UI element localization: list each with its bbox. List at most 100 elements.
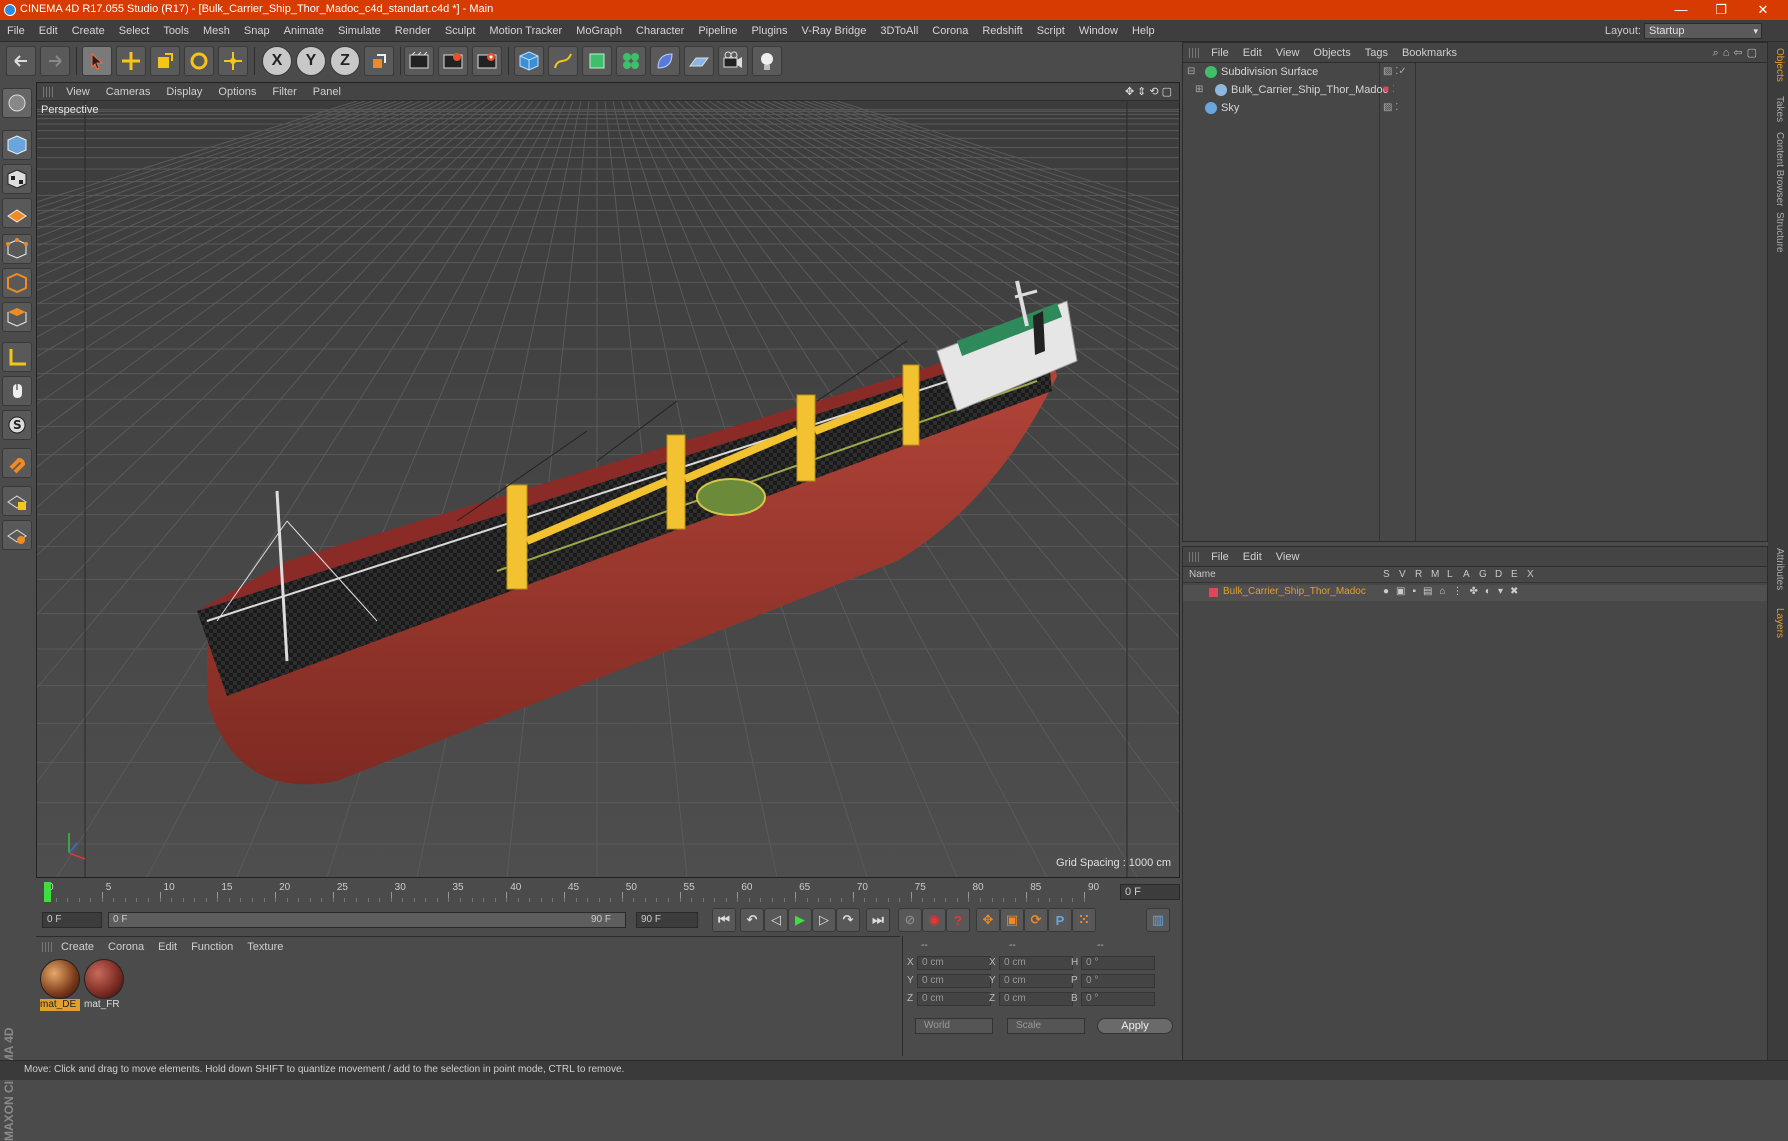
menu-simulate[interactable]: Simulate	[331, 20, 388, 42]
subdivision-surface-icon[interactable]	[582, 46, 612, 76]
menu-select[interactable]: Select	[112, 20, 157, 42]
coord-value-field[interactable]: 0 cm	[917, 956, 991, 970]
side-tab-structure[interactable]: Structure	[1771, 212, 1785, 253]
workplane-lock-icon[interactable]	[2, 486, 32, 516]
scale-mode-dropdown[interactable]: Scale	[1007, 1018, 1085, 1034]
layer-menu-file[interactable]: File	[1204, 547, 1236, 567]
camera-icon[interactable]	[718, 46, 748, 76]
layer-name[interactable]: Bulk_Carrier_Ship_Thor_Madoc	[1223, 586, 1366, 597]
side-tab-objects[interactable]: Objects	[1771, 48, 1785, 82]
menu-edit[interactable]: Edit	[32, 20, 65, 42]
menu-redshift[interactable]: Redshift	[975, 20, 1029, 42]
coord-value-field[interactable]: 0 cm	[999, 992, 1073, 1006]
expand-icon[interactable]: ⊟	[1187, 63, 1195, 81]
object-menu-file[interactable]: File	[1204, 43, 1236, 63]
edges-mode-icon[interactable]	[2, 268, 32, 298]
coord-value-field[interactable]: 0 cm	[917, 974, 991, 988]
redo-button[interactable]	[40, 46, 70, 76]
layer-menu-edit[interactable]: Edit	[1236, 547, 1269, 567]
object-row[interactable]: ⊞ Bulk_Carrier_Ship_Thor_Madoc ■ ⁚	[1183, 81, 1767, 99]
select-arrow-icon[interactable]	[82, 46, 112, 76]
apply-button[interactable]: Apply	[1097, 1018, 1173, 1034]
menu-script[interactable]: Script	[1030, 20, 1072, 42]
coordinate-space-dropdown[interactable]: World	[915, 1018, 993, 1034]
make-editable-icon[interactable]	[2, 88, 32, 118]
layer-toggle-icons[interactable]: ●▣▪▤⌂⋮✤◐▾✖	[1383, 586, 1525, 597]
coord-value-field[interactable]: 0 cm	[999, 956, 1073, 970]
keyframe-selection-icon[interactable]: ?	[946, 908, 970, 932]
deformer-icon[interactable]	[650, 46, 680, 76]
viewport[interactable]: View Cameras Display Options Filter Panel ✥⇕⟲…	[36, 82, 1180, 878]
play-icon[interactable]: ▶	[788, 908, 812, 932]
previous-frame-icon[interactable]: ◁	[764, 908, 788, 932]
render-to-picture-viewer-icon[interactable]	[438, 46, 468, 76]
viewport-menu-panel[interactable]: Panel	[305, 83, 349, 101]
menu-3dtoall[interactable]: 3DToAll	[873, 20, 925, 42]
next-frame-icon[interactable]: ▷	[812, 908, 836, 932]
key-point-level-icon[interactable]: ⁙	[1072, 908, 1096, 932]
playhead[interactable]	[44, 882, 51, 902]
record-keys-icon[interactable]: ⊘	[898, 908, 922, 932]
key-position-icon[interactable]: ✥	[976, 908, 1000, 932]
menu-window[interactable]: Window	[1072, 20, 1125, 42]
menu-motion-tracker[interactable]: Motion Tracker	[482, 20, 569, 42]
object-tag-icons[interactable]: ■ ⁚	[1383, 81, 1395, 99]
layout-dropdown[interactable]: Startup	[1644, 23, 1762, 40]
menu-plugins[interactable]: Plugins	[744, 20, 794, 42]
menu-tools[interactable]: Tools	[156, 20, 196, 42]
material-swatch[interactable]: mat_DE	[40, 959, 80, 1013]
coord-value-field[interactable]: 0 °	[1081, 992, 1155, 1006]
menu-mesh[interactable]: Mesh	[196, 20, 237, 42]
viewport-menu-view[interactable]: View	[58, 83, 98, 101]
menu-sculpt[interactable]: Sculpt	[438, 20, 483, 42]
object-tag-icons[interactable]: ▨ ⁚✓	[1383, 63, 1407, 81]
menu-corona[interactable]: Corona	[925, 20, 975, 42]
menu-create[interactable]: Create	[65, 20, 112, 42]
render-settings-icon[interactable]	[472, 46, 502, 76]
expand-icon[interactable]: ⊞	[1195, 81, 1203, 99]
menu-character[interactable]: Character	[629, 20, 691, 42]
object-menu-view[interactable]: View	[1269, 43, 1307, 63]
timeline-ruler[interactable]: 051015202530354045505560657075808590	[44, 880, 1120, 902]
layer-color-swatch[interactable]	[1209, 588, 1218, 597]
go-to-start-icon[interactable]: ⏮	[712, 908, 736, 932]
model-mode-icon[interactable]	[2, 130, 32, 160]
y-axis-lock[interactable]: Y	[296, 46, 326, 76]
current-frame-field[interactable]: 0 F	[1120, 884, 1180, 900]
start-frame-field[interactable]: 0 F	[42, 912, 102, 928]
side-tab-takes[interactable]: Takes	[1771, 96, 1785, 122]
object-row[interactable]: ⊟ Subdivision Surface ▨ ⁚✓	[1183, 63, 1767, 81]
material-menu-function[interactable]: Function	[184, 937, 240, 957]
live-selection-icon[interactable]	[218, 46, 248, 76]
frame-range-slider[interactable]: 0 F 90 F	[108, 912, 626, 928]
render-view-icon[interactable]	[404, 46, 434, 76]
workplane-mode-icon[interactable]	[2, 198, 32, 228]
viewport-nav-icons[interactable]: ✥⇕⟲▢	[1125, 85, 1175, 98]
cube-primitive-icon[interactable]	[514, 46, 544, 76]
menu-file[interactable]: File	[0, 20, 32, 42]
layer-menu-view[interactable]: View	[1269, 547, 1307, 567]
minimize-button[interactable]: —	[1666, 1, 1696, 19]
side-tab-content-browser[interactable]: Content Browser	[1771, 132, 1785, 206]
spline-pen-icon[interactable]	[548, 46, 578, 76]
viewport-menu-options[interactable]: Options	[210, 83, 264, 101]
texture-mode-icon[interactable]	[2, 164, 32, 194]
menu-render[interactable]: Render	[388, 20, 438, 42]
viewport-menu-display[interactable]: Display	[158, 83, 210, 101]
go-to-end-icon[interactable]: ⏭	[866, 908, 890, 932]
menu-help[interactable]: Help	[1125, 20, 1162, 42]
polygons-mode-icon[interactable]	[2, 302, 32, 332]
grid-snap-icon[interactable]	[2, 520, 32, 550]
coord-value-field[interactable]: 0 °	[1081, 956, 1155, 970]
menu-mograph[interactable]: MoGraph	[569, 20, 629, 42]
end-frame-field[interactable]: 90 F	[636, 912, 698, 928]
close-button[interactable]: ✕	[1748, 1, 1778, 19]
material-swatch[interactable]: mat_FR	[84, 959, 124, 1013]
next-key-icon[interactable]: ↷	[836, 908, 860, 932]
scale-tool-icon[interactable]	[150, 46, 180, 76]
object-menu-edit[interactable]: Edit	[1236, 43, 1269, 63]
rotate-tool-icon[interactable]	[184, 46, 214, 76]
object-menu-objects[interactable]: Objects	[1306, 43, 1357, 63]
key-scale-icon[interactable]: ▣	[1000, 908, 1024, 932]
coordinate-system-icon[interactable]	[364, 46, 394, 76]
